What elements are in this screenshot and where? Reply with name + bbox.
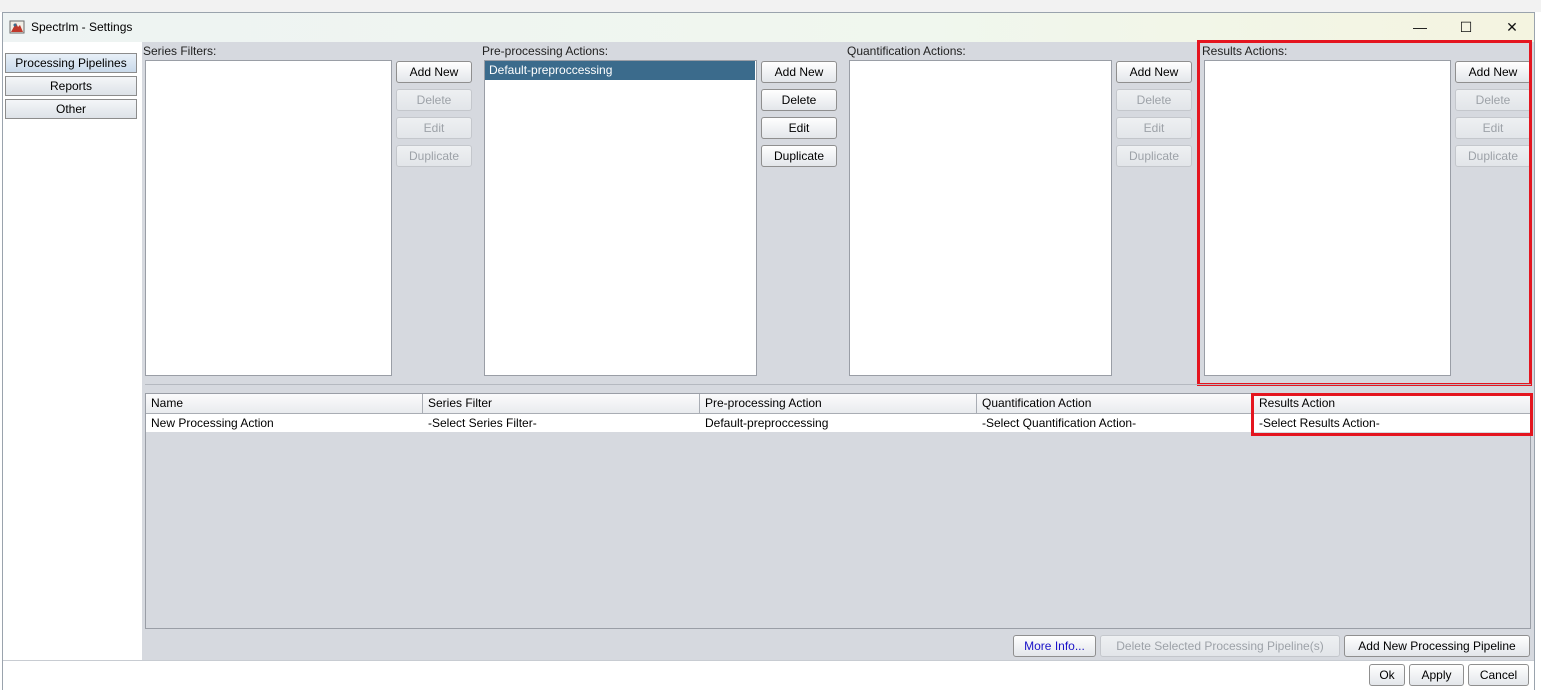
preprocessing-add-new-button[interactable]: Add New <box>761 61 837 83</box>
cell-name[interactable]: New Processing Action <box>146 415 423 432</box>
panel-divider <box>145 384 1531 385</box>
column-header-name[interactable]: Name <box>146 394 423 414</box>
preprocessing-actions-list[interactable] <box>484 60 757 376</box>
column-header-preprocessing-action[interactable]: Pre-processing Action <box>700 394 977 414</box>
dialog-footer <box>3 660 1534 690</box>
nav-reports[interactable]: Reports <box>5 76 137 96</box>
list-item[interactable]: Default-preproccessing <box>485 61 755 80</box>
ok-button[interactable]: Ok <box>1369 664 1405 686</box>
cell-preprocessing-action[interactable]: Default-preproccessing <box>700 415 977 432</box>
title-bar[interactable] <box>3 13 1534 42</box>
quantification-delete-button[interactable]: Delete <box>1116 89 1192 111</box>
column-header-series-filter[interactable]: Series Filter <box>423 394 700 414</box>
series-filters-list[interactable] <box>145 60 392 376</box>
series-filters-delete-button[interactable]: Delete <box>396 89 472 111</box>
more-info-button[interactable]: More Info... <box>1013 635 1096 657</box>
cancel-button[interactable]: Cancel <box>1468 664 1529 686</box>
nav-other[interactable]: Other <box>5 99 137 119</box>
settings-nav <box>3 42 142 660</box>
preprocessing-delete-button[interactable]: Delete <box>761 89 837 111</box>
quantification-actions-list[interactable] <box>849 60 1112 376</box>
quantification-edit-button[interactable]: Edit <box>1116 117 1192 139</box>
column-header-quantification-action[interactable]: Quantification Action <box>977 394 1254 414</box>
window-title: Spectrlm - Settings <box>31 20 133 34</box>
series-filters-edit-button[interactable]: Edit <box>396 117 472 139</box>
cell-series-filter[interactable]: -Select Series Filter- <box>423 415 700 432</box>
desktop-background <box>0 0 1541 12</box>
quantification-actions-header: Quantification Actions: <box>847 44 966 58</box>
series-filters-add-new-button[interactable]: Add New <box>396 61 472 83</box>
apply-button[interactable]: Apply <box>1409 664 1464 686</box>
nav-processing-pipelines[interactable]: Processing Pipelines <box>5 53 137 73</box>
quantification-add-new-button[interactable]: Add New <box>1116 61 1192 83</box>
minimize-button[interactable]: — <box>1397 13 1443 42</box>
preprocessing-duplicate-button[interactable]: Duplicate <box>761 145 837 167</box>
preprocessing-edit-button[interactable]: Edit <box>761 117 837 139</box>
results-action-column-highlight <box>1251 393 1533 436</box>
preprocessing-actions-header: Pre-processing Actions: <box>482 44 609 58</box>
series-filters-duplicate-button[interactable]: Duplicate <box>396 145 472 167</box>
close-button[interactable]: ✕ <box>1489 13 1535 42</box>
maximize-button[interactable]: ☐ <box>1443 13 1489 42</box>
quantification-duplicate-button[interactable]: Duplicate <box>1116 145 1192 167</box>
delete-selected-pipelines-button[interactable]: Delete Selected Processing Pipeline(s) <box>1100 635 1340 657</box>
series-filters-header: Series Filters: <box>143 44 217 58</box>
app-icon <box>9 20 25 34</box>
results-actions-highlight <box>1197 40 1532 386</box>
cell-quantification-action[interactable]: -Select Quantification Action- <box>977 415 1254 432</box>
add-new-pipeline-button[interactable]: Add New Processing Pipeline <box>1344 635 1530 657</box>
